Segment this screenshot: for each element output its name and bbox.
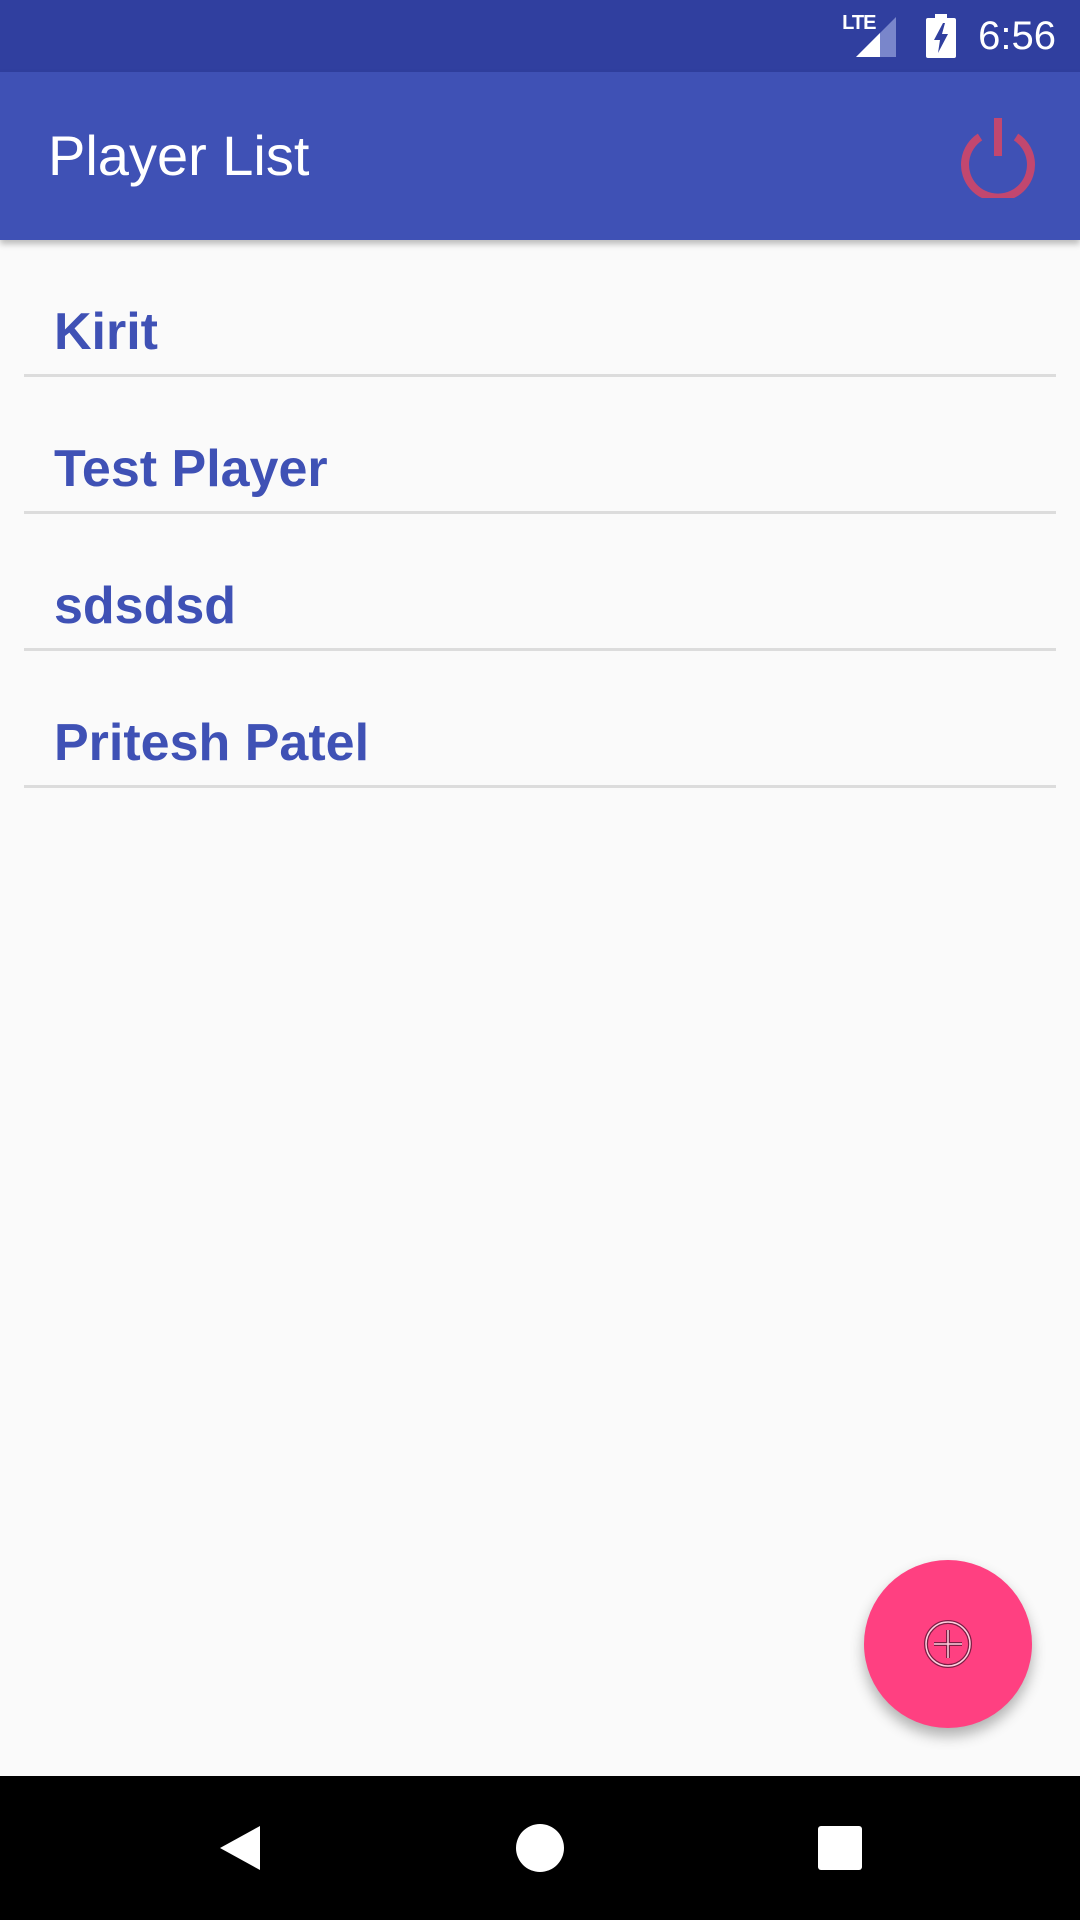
player-list: Kirit Test Player sdsdsd Pritesh Patel bbox=[24, 240, 1056, 788]
player-name: Kirit bbox=[54, 303, 158, 361]
player-item-test-player[interactable]: Test Player bbox=[24, 377, 1056, 514]
player-item-pritesh-patel[interactable]: Pritesh Patel bbox=[24, 651, 1056, 788]
player-name: sdsdsd bbox=[54, 577, 237, 635]
app-bar: Player List bbox=[0, 72, 1080, 240]
status-icons: LTE 6:56 bbox=[842, 0, 1056, 72]
battery-charging-icon bbox=[926, 14, 957, 58]
logout-button[interactable] bbox=[956, 114, 1040, 202]
player-item-sdsdsd[interactable]: sdsdsd bbox=[24, 514, 1056, 651]
back-button[interactable] bbox=[180, 1776, 300, 1920]
navigation-bar bbox=[0, 1776, 1080, 1920]
recents-icon bbox=[818, 1826, 862, 1870]
page-title: Player List bbox=[48, 124, 310, 187]
back-icon bbox=[220, 1826, 260, 1870]
recents-button[interactable] bbox=[780, 1776, 900, 1920]
power-icon bbox=[961, 118, 1035, 202]
player-name: Test Player bbox=[54, 440, 328, 498]
status-time: 6:56 bbox=[978, 14, 1056, 58]
player-name: Pritesh Patel bbox=[54, 714, 370, 772]
home-icon bbox=[516, 1824, 564, 1872]
add-circle-icon bbox=[924, 1620, 972, 1668]
home-button[interactable] bbox=[480, 1776, 600, 1920]
screen: LTE 6:56 Player List Kirit Test Player s… bbox=[0, 0, 1080, 1920]
add-player-button[interactable] bbox=[864, 1560, 1032, 1728]
player-item-kirit[interactable]: Kirit bbox=[24, 240, 1056, 377]
signal-icon: LTE bbox=[842, 13, 898, 59]
status-bar: LTE 6:56 bbox=[0, 0, 1080, 72]
